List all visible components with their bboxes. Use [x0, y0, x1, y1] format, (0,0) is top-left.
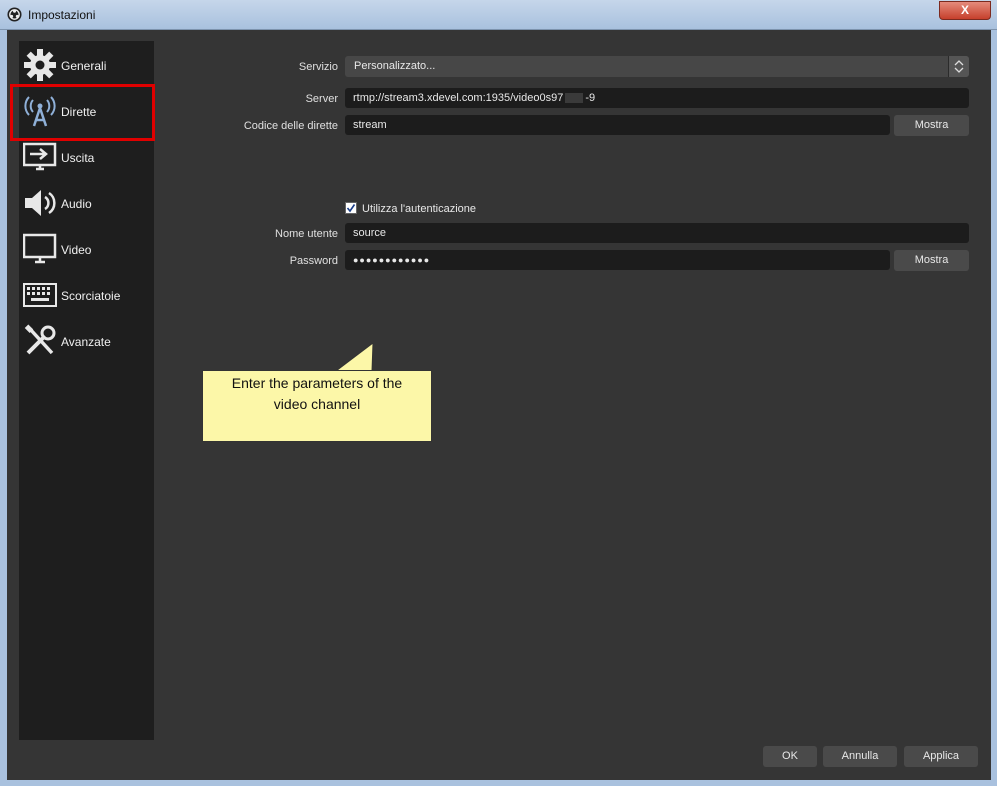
keyboard-icon	[23, 283, 57, 307]
sidebar-item-label: Avanzate	[61, 335, 111, 349]
redacted-segment	[565, 93, 584, 104]
ok-button[interactable]: OK	[763, 746, 817, 767]
cancel-button[interactable]: Annulla	[823, 746, 897, 767]
callout-pointer	[336, 343, 374, 373]
password-input[interactable]: ●●●●●●●●●●●●	[345, 250, 890, 270]
server-input[interactable]: rtmp://stream3.xdevel.com:1935/video0s97…	[345, 88, 969, 108]
obs-app-icon	[7, 7, 22, 22]
sidebar-item-audio[interactable]: Audio	[19, 180, 154, 226]
window-title: Impostazioni	[28, 8, 96, 22]
settings-sidebar: Generali Dirette Uscita Audio Video Scor…	[19, 41, 154, 740]
sidebar-item-label: Video	[61, 243, 92, 257]
speaker-icon	[25, 190, 56, 216]
spin-arrows-icon	[948, 56, 969, 77]
sidebar-item-avanzate[interactable]: Avanzate	[19, 318, 154, 364]
tools-icon	[24, 324, 56, 355]
close-window-button[interactable]: X	[939, 1, 991, 20]
monitor-icon	[23, 233, 57, 264]
auth-checkbox-label[interactable]: Utilizza l'autenticazione	[362, 203, 476, 215]
show-key-button[interactable]: Mostra	[894, 115, 969, 136]
sidebar-item-label: Uscita	[61, 151, 95, 165]
username-label: Nome utente	[275, 228, 338, 240]
stream-key-label: Codice delle dirette	[243, 120, 338, 132]
sidebar-item-label: Generali	[61, 59, 107, 73]
stream-key-input[interactable]: stream	[345, 115, 890, 135]
sidebar-item-generali[interactable]: Generali	[19, 42, 154, 88]
service-select[interactable]: Personalizzato...	[345, 56, 969, 77]
show-password-button[interactable]: Mostra	[894, 250, 969, 271]
password-label: Password	[289, 255, 338, 267]
checkmark-icon	[346, 204, 356, 213]
auth-checkbox[interactable]	[345, 202, 357, 214]
apply-button[interactable]: Applica	[904, 746, 978, 767]
gear-icon	[24, 49, 56, 81]
title-bar: Impostazioni X	[0, 0, 997, 30]
sidebar-item-label: Scorciatoie	[61, 289, 121, 303]
callout-line-1: Enter the parameters of the	[231, 375, 403, 391]
sidebar-item-label: Audio	[61, 197, 92, 211]
service-label: Servizio	[298, 61, 338, 73]
selection-highlight-box	[10, 84, 155, 141]
server-suffix: -9	[585, 92, 596, 104]
instruction-callout: Enter the parameters of the video channe…	[202, 370, 432, 442]
server-value: rtmp://stream3.xdevel.com:1935/video0s97	[353, 92, 564, 104]
callout-line-2: video channel	[273, 396, 361, 412]
sidebar-item-video[interactable]: Video	[19, 226, 154, 272]
server-label: Server	[305, 93, 338, 105]
output-monitor-icon	[23, 142, 57, 171]
sidebar-item-scorciatoie[interactable]: Scorciatoie	[19, 272, 154, 318]
service-value: Personalizzato...	[354, 60, 436, 72]
username-input[interactable]: source	[345, 223, 969, 243]
